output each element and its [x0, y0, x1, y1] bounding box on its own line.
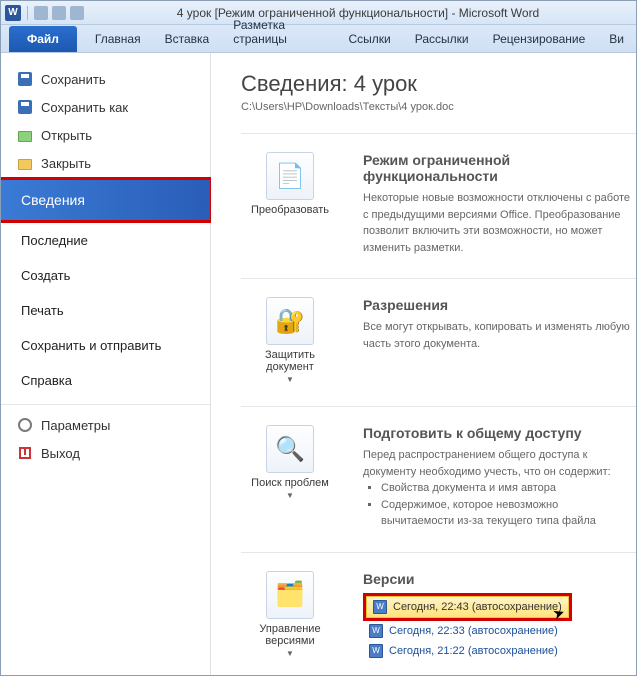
nav-help[interactable]: Справка: [1, 363, 210, 398]
dropdown-caret-icon: ▼: [286, 375, 294, 384]
save-as-icon: [17, 99, 33, 115]
version-item[interactable]: W Сегодня, 21:22 (автосохранение): [363, 641, 632, 661]
section-versions: 🗂️ Управление версиями ▼ Версии W Сегодн…: [241, 552, 636, 676]
nav-info[interactable]: Сведения: [1, 180, 210, 220]
info-pane: Сведения: 4 урок C:\Users\HP\Downloads\Т…: [211, 53, 636, 675]
check-button[interactable]: 🔍 Поиск проблем ▼: [241, 425, 339, 530]
nav-send-share[interactable]: Сохранить и отправить: [1, 328, 210, 363]
word-logo-icon: W: [5, 5, 21, 21]
nav-info-highlight: Сведения: [1, 177, 213, 223]
nav-separator: [1, 404, 210, 405]
open-icon: [17, 127, 33, 143]
nav-label: Открыть: [41, 128, 92, 143]
quick-access-toolbar: W: [5, 5, 84, 21]
ribbon-tab-layout[interactable]: Разметка страницы: [221, 12, 336, 52]
nav-exit[interactable]: Выход: [1, 439, 210, 467]
nav-new[interactable]: Создать: [1, 258, 210, 293]
convert-icon: 📄: [266, 152, 314, 200]
qat-redo-icon[interactable]: [70, 6, 84, 20]
nav-save-as[interactable]: Сохранить как: [1, 93, 210, 121]
doc-icon: W: [373, 600, 387, 614]
versions-icon: 🗂️: [266, 571, 314, 619]
backstage-view: Сохранить Сохранить как Открыть Закрыть …: [1, 53, 636, 675]
version-label: Сегодня, 21:22 (автосохранение): [389, 645, 558, 657]
section-text: Все могут открывать, копировать и изменя…: [363, 319, 632, 352]
nav-label: Закрыть: [41, 156, 91, 171]
ribbon-tab-review[interactable]: Рецензирование: [481, 26, 598, 52]
nav-close[interactable]: Закрыть: [1, 149, 210, 177]
doc-icon: W: [369, 624, 383, 638]
list-item: Свойства документа и имя автора: [381, 480, 632, 497]
section-body: Разрешения Все могут открывать, копирова…: [363, 297, 636, 384]
qat-save-icon[interactable]: [34, 6, 48, 20]
window-title: 4 урок [Режим ограниченной функционально…: [84, 6, 632, 20]
convert-button[interactable]: 📄 Преобразовать: [241, 152, 339, 256]
button-label: Преобразовать: [251, 204, 329, 216]
save-icon: [17, 71, 33, 87]
nav-label: Сохранить: [41, 72, 106, 87]
nav-label: Сохранить как: [41, 100, 128, 115]
qat-undo-icon[interactable]: [52, 6, 66, 20]
exit-icon: [17, 445, 33, 461]
section-heading: Подготовить к общему доступу: [363, 425, 632, 441]
version-item[interactable]: W Сегодня, 22:43 (автосохранение): [366, 596, 569, 618]
section-heading: Режим ограниченной функциональности: [363, 152, 632, 184]
nav-recent[interactable]: Последние: [1, 223, 210, 258]
section-body: Режим ограниченной функциональности Неко…: [363, 152, 636, 256]
section-text: Перед распространением общего доступа к …: [363, 447, 632, 480]
nav-options[interactable]: Параметры: [1, 411, 210, 439]
button-label: Поиск проблем: [251, 477, 329, 489]
check-icon: 🔍: [266, 425, 314, 473]
section-text: Некоторые новые возможности отключены с …: [363, 190, 632, 256]
version-item[interactable]: W Сегодня, 22:33 (автосохранение): [363, 621, 632, 641]
nav-label: Сохранить и отправить: [21, 338, 161, 353]
ribbon-tab-file[interactable]: Файл: [9, 26, 77, 52]
info-path: C:\Users\HP\Downloads\Тексты\4 урок.doc: [241, 101, 636, 113]
nav-label: Печать: [21, 303, 64, 318]
info-title: Сведения: 4 урок: [241, 71, 636, 97]
nav-label: Справка: [21, 373, 72, 388]
section-convert: 📄 Преобразовать Режим ограниченной функц…: [241, 133, 636, 278]
ribbon-tab-view[interactable]: Ви: [597, 26, 636, 52]
list-item: Содержимое, которое невозможно вычитаемо…: [381, 497, 632, 530]
section-body: Версии W Сегодня, 22:43 (автосохранение)…: [363, 571, 636, 661]
nav-label: Выход: [41, 446, 80, 461]
section-body: Подготовить к общему доступу Перед распр…: [363, 425, 636, 530]
section-heading: Разрешения: [363, 297, 632, 313]
section-heading: Версии: [363, 571, 632, 587]
options-icon: [17, 417, 33, 433]
ribbon-tab-insert[interactable]: Вставка: [153, 26, 222, 52]
version-highlight: W Сегодня, 22:43 (автосохранение) ➤: [363, 593, 572, 621]
version-label: Сегодня, 22:43 (автосохранение): [393, 601, 562, 613]
ribbon-tab-mail[interactable]: Рассылки: [403, 26, 481, 52]
section-protect: 🔐 Защитить документ ▼ Разрешения Все мог…: [241, 278, 636, 406]
nav-print[interactable]: Печать: [1, 293, 210, 328]
nav-label: Параметры: [41, 418, 110, 433]
ribbon-tab-links[interactable]: Ссылки: [337, 26, 403, 52]
close-icon: [17, 155, 33, 171]
prepare-list: Свойства документа и имя автора Содержим…: [363, 480, 632, 530]
nav-open[interactable]: Открыть: [1, 121, 210, 149]
protect-icon: 🔐: [266, 297, 314, 345]
nav-save[interactable]: Сохранить: [1, 65, 210, 93]
button-label: Защитить документ: [241, 349, 339, 373]
nav-label: Создать: [21, 268, 70, 283]
qat-separator: [27, 6, 28, 20]
version-label: Сегодня, 22:33 (автосохранение): [389, 625, 558, 637]
section-prepare: 🔍 Поиск проблем ▼ Подготовить к общему д…: [241, 406, 636, 552]
dropdown-caret-icon: ▼: [286, 649, 294, 658]
ribbon-tab-home[interactable]: Главная: [83, 26, 153, 52]
nav-label: Сведения: [21, 192, 85, 208]
ribbon-tabs: Файл Главная Вставка Разметка страницы С…: [1, 25, 636, 53]
nav-label: Последние: [21, 233, 88, 248]
protect-button[interactable]: 🔐 Защитить документ ▼: [241, 297, 339, 384]
backstage-nav: Сохранить Сохранить как Открыть Закрыть …: [1, 53, 211, 675]
dropdown-caret-icon: ▼: [286, 491, 294, 500]
versions-button[interactable]: 🗂️ Управление версиями ▼: [241, 571, 339, 661]
word-window: W 4 урок [Режим ограниченной функциональ…: [0, 0, 637, 676]
button-label: Управление версиями: [241, 623, 339, 647]
doc-icon: W: [369, 644, 383, 658]
